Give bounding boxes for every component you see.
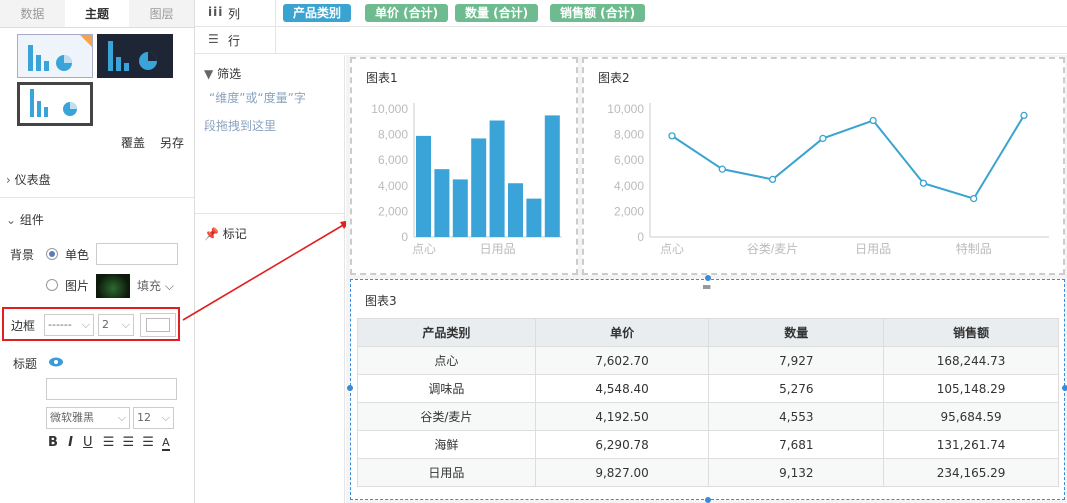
table-row[interactable]: 日用品 9,827.00 9,132 234,165.29 [357, 458, 1059, 487]
x-tick-label: 特制品 [956, 241, 992, 256]
table-cell: 7,927 [708, 346, 885, 375]
data-point [919, 179, 928, 187]
resize-handle-bottom[interactable] [705, 497, 711, 503]
x-tick-label: 谷类/麦片 [747, 242, 798, 256]
table-cell: 谷类/麦片 [357, 402, 536, 431]
y-tick-label: 2,000 [378, 204, 408, 218]
table-cell: 调味品 [357, 374, 536, 403]
col-header[interactable]: 产品类别 [357, 318, 536, 347]
table-row[interactable]: 海鲜 6,290.78 7,681 131,261.74 [357, 430, 1059, 459]
app-window: 数据 主题 图层 覆盖 另存 › 仪表盘 ⌄ 组件 背景 单色 图片 填充 ⌵ … [0, 0, 1067, 503]
data-table: 产品类别 单价 数量 销售额 点心 7,602.70 7,927 168,244.73… [357, 318, 1059, 487]
table-cell: 9,132 [708, 458, 885, 487]
data-point [768, 175, 777, 184]
data-point [1020, 111, 1028, 120]
bar [434, 169, 450, 237]
table-cell: 4,192.50 [534, 402, 710, 431]
x-tick-label: 日用品 [855, 242, 891, 256]
table-cell: 日用品 [357, 458, 536, 487]
y-tick-label: 6,000 [614, 153, 644, 167]
table-cell: 7,681 [708, 430, 885, 459]
data-point [869, 116, 877, 125]
col-header[interactable]: 单价 [534, 318, 710, 347]
table-cell: 点心 [357, 346, 536, 375]
y-tick-label: 8,000 [614, 128, 644, 142]
y-tick-label: 6,000 [378, 153, 408, 167]
y-tick-label: 4,000 [378, 179, 408, 193]
x-tick-label: 点心 [412, 242, 436, 256]
bar [489, 120, 505, 237]
table-row[interactable]: 谷类/麦片 4,192.50 4,553 95,684.59 [357, 402, 1059, 431]
bar [544, 115, 560, 237]
table-cell: 105,148.29 [883, 374, 1059, 403]
bar [471, 138, 487, 237]
chart2-svg: 0 2,000 4,000 6,000 8,000 10,000 点心 谷类/麦片 日用品 特制品 [607, 102, 1049, 256]
series-line [671, 114, 1025, 200]
table-row[interactable]: 点心 7,602.70 7,927 168,244.73 [357, 346, 1059, 375]
chart3-title: 图表3 [365, 294, 397, 308]
table-cell: 168,244.73 [883, 346, 1059, 375]
chart1-svg: 0 2,000 4,000 6,000 8,000 10,000 点心 日用品 [371, 102, 562, 256]
data-point [718, 165, 726, 173]
table-cell: 4,553 [708, 402, 885, 431]
table-cell: 9,827.00 [534, 458, 710, 487]
y-tick-label: 8,000 [378, 128, 408, 142]
chart1-box[interactable]: 图表1 0 2,000 4,000 6,000 8,000 10,000 点心 日用品 [350, 57, 578, 275]
table-cell: 234,165.29 [883, 458, 1059, 487]
data-point [668, 132, 676, 140]
chart2-box[interactable]: 图表2 0 2,000 4,000 6,000 8,000 10,000 点心 谷类/麦片 日用… [582, 57, 1065, 275]
table-cell: 131,261.74 [883, 430, 1059, 459]
table-cell: 95,684.59 [883, 402, 1059, 431]
bar [508, 183, 523, 237]
table-cell: 7,602.70 [534, 346, 710, 375]
col-header[interactable]: 销售额 [883, 318, 1059, 347]
table-row[interactable]: 调味品 4,548.40 5,276 105,148.29 [357, 374, 1059, 403]
data-point [819, 134, 827, 143]
table-header-row: 产品类别 单价 数量 销售额 [357, 318, 1059, 347]
y-tick-label: 0 [401, 230, 408, 244]
x-tick-label: 点心 [660, 242, 684, 256]
table-cell: 4,548.40 [534, 374, 710, 403]
y-tick-label: 10,000 [371, 102, 408, 116]
resize-handle-left[interactable] [347, 385, 353, 391]
chart3-box[interactable]: ═ 图表3 产品类别 单价 数量 销售额 点心 7,602.70 7,927 168,… [350, 279, 1065, 500]
bar [526, 198, 542, 237]
y-tick-label: 2,000 [614, 204, 644, 218]
col-header[interactable]: 数量 [708, 318, 885, 347]
x-tick-label: 日用品 [480, 242, 516, 256]
data-point [970, 194, 978, 203]
table-cell: 海鲜 [357, 430, 536, 459]
bar [452, 179, 468, 237]
y-tick-label: 0 [637, 230, 644, 244]
y-tick-label: 10,000 [607, 102, 644, 116]
y-tick-label: 4,000 [614, 179, 644, 193]
table-cell: 5,276 [708, 374, 885, 403]
drag-handle-icon[interactable]: ═ [703, 280, 710, 294]
bar [416, 135, 431, 237]
resize-handle-right[interactable] [1062, 385, 1067, 391]
resize-handle-top[interactable] [705, 275, 711, 281]
table-cell: 6,290.78 [534, 430, 710, 459]
